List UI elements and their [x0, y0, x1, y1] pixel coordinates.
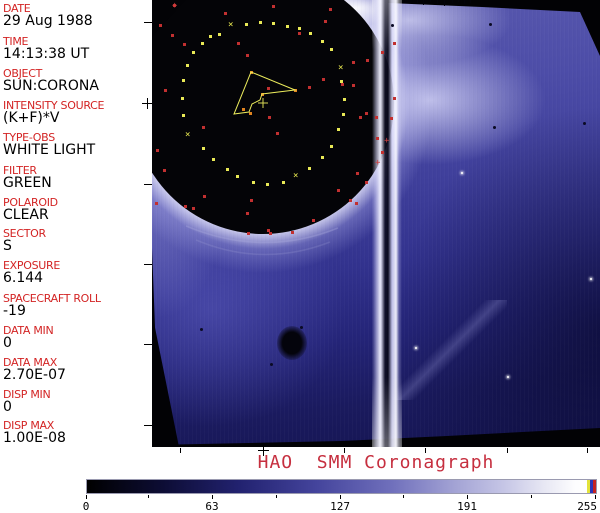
intensity-colorbar: 0 63 127 191 255	[86, 479, 597, 512]
colorbar-minor-tick	[403, 495, 404, 498]
metadata-value: 0	[3, 336, 12, 350]
metadata-value: WHITE LIGHT	[3, 143, 95, 157]
colorbar-saturation-stripe	[593, 480, 596, 493]
colorbar-minor-tick	[148, 495, 149, 498]
colorbar-tick-label: 0	[83, 500, 90, 513]
left-axis-tick	[144, 22, 152, 23]
metadata-value: CLEAR	[3, 208, 49, 222]
viewer-window: DATE29 Aug 1988TIME14:13:38 UTOBJECTSUN:…	[0, 0, 600, 512]
left-axis-plus-v	[147, 98, 148, 109]
metadata-value: SUN:CORONA	[3, 79, 99, 93]
pointing-polygon	[234, 72, 295, 114]
metadata-value: 14:13:38 UT	[3, 47, 89, 61]
coronagraph-image-area: ××××+++	[152, 0, 600, 447]
colorbar-tick	[212, 495, 213, 499]
metadata-value: 29 Aug 1988	[3, 14, 93, 28]
colorbar-tick	[467, 495, 468, 499]
colorbar-tick-label: 63	[205, 500, 218, 513]
diffraction-arc	[186, 226, 338, 243]
metadata-panel: DATE29 Aug 1988TIME14:13:38 UTOBJECTSUN:…	[0, 0, 152, 447]
metadata-value: 6.144	[3, 271, 43, 285]
metadata-value: -19	[3, 304, 26, 318]
left-axis-tick	[144, 425, 152, 426]
left-axis-tick	[144, 184, 152, 185]
left-axis-tick	[144, 344, 152, 345]
sun-center-marker	[258, 98, 268, 108]
colorbar-minor-tick	[276, 495, 277, 498]
metadata-value: S	[3, 239, 12, 253]
left-axis-tick	[144, 264, 152, 265]
metadata-value: GREEN	[3, 176, 52, 190]
metadata-value: 2.70E-07	[3, 368, 66, 382]
metadata-value: 1.00E-08	[3, 431, 66, 445]
colorbar-gradient	[86, 479, 597, 494]
annotation-overlay	[152, 0, 600, 447]
colorbar-tick-label: 127	[330, 500, 350, 513]
metadata-value: 0	[3, 400, 12, 414]
colorbar-tick	[340, 495, 341, 499]
colorbar-minor-tick	[531, 495, 532, 498]
metadata-value: (K+F)*V	[3, 111, 59, 125]
image-title: HAO SMM Coronagraph	[152, 452, 600, 473]
colorbar-tick	[86, 495, 87, 499]
colorbar-tick	[595, 495, 596, 499]
colorbar-tick-label: 191	[457, 500, 477, 513]
colorbar-tick-label: 255	[577, 500, 597, 513]
smm-coronagraph-viewer: { "title": { "text": "HAO SMM Coronagrap…	[0, 0, 600, 512]
